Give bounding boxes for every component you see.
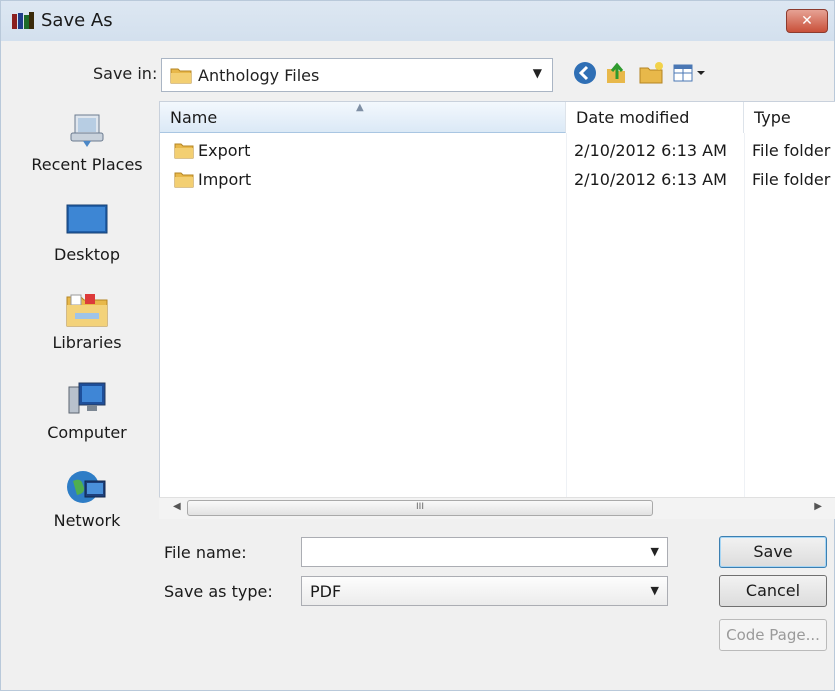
save-as-type-dropdown[interactable]: PDF ▼ (301, 576, 668, 606)
save-as-type-value: PDF (310, 582, 342, 601)
file-name-input[interactable]: ▼ (301, 537, 668, 567)
back-icon[interactable] (571, 59, 599, 87)
folder-icon (174, 172, 194, 188)
save-button[interactable]: Save (719, 536, 827, 568)
app-icon (12, 12, 34, 29)
place-desktop[interactable]: Desktop (21, 201, 153, 264)
save-as-dialog: Save As ✕ Save in: Anthology Files ▼ Rec… (0, 0, 835, 691)
place-label: Libraries (52, 333, 122, 352)
place-label: Desktop (54, 245, 120, 264)
save-in-label: Save in: (93, 64, 158, 83)
close-icon: ✕ (801, 13, 813, 29)
place-label: Computer (47, 423, 127, 442)
file-name: Export (198, 141, 251, 160)
scroll-grip: III (416, 502, 424, 512)
view-menu-icon[interactable] (671, 59, 711, 87)
up-folder-icon[interactable] (601, 59, 629, 87)
file-name-label: File name: (164, 543, 247, 562)
cancel-button[interactable]: Cancel (719, 575, 827, 607)
column-header-label: Type (754, 108, 791, 127)
libraries-icon (66, 294, 108, 327)
sort-arrow-icon: ▲ (356, 102, 364, 113)
desktop-icon (66, 204, 108, 234)
chevron-down-icon: ▼ (650, 584, 659, 597)
computer-icon (68, 382, 106, 414)
chevron-down-icon: ▼ (532, 66, 542, 80)
folder-icon (174, 143, 194, 159)
file-type: File folder (752, 141, 831, 160)
place-computer[interactable]: Computer (21, 379, 153, 442)
save-in-dropdown[interactable]: Anthology Files ▼ (161, 58, 553, 92)
list-item[interactable]: Import 2/10/2012 6:13 AM File folder (160, 165, 835, 193)
scrollbar-thumb[interactable]: III (187, 500, 653, 516)
window-title: Save As (41, 10, 113, 31)
column-header-type[interactable]: Type (744, 102, 835, 133)
place-network[interactable]: Network (21, 467, 153, 530)
close-button[interactable]: ✕ (786, 9, 828, 33)
file-name: Import (198, 170, 252, 189)
code-page-button[interactable]: Code Page... (719, 619, 827, 651)
file-type: File folder (752, 170, 831, 189)
save-as-type-label: Save as type: (164, 582, 273, 601)
scroll-right-icon[interactable]: ▶ (814, 501, 822, 512)
recent-places-icon (70, 114, 104, 147)
horizontal-scrollbar[interactable]: ◀ III ▶ (159, 497, 835, 519)
place-libraries[interactable]: Libraries (21, 289, 153, 352)
list-item[interactable]: Export 2/10/2012 6:13 AM File folder (160, 136, 835, 164)
places-bar: Recent Places Desktop Libraries Computer… (21, 101, 153, 551)
folder-icon (170, 68, 192, 84)
place-label: Network (53, 511, 121, 530)
new-folder-icon[interactable] (637, 59, 665, 87)
network-icon (67, 471, 106, 503)
chevron-down-icon[interactable]: ▼ (651, 545, 659, 558)
title-bar[interactable]: Save As ✕ (1, 1, 834, 41)
place-label: Recent Places (31, 155, 143, 174)
file-list[interactable]: Name ▲ Date modified Type Export 2/10/20… (159, 101, 835, 519)
file-date: 2/10/2012 6:13 AM (574, 170, 727, 189)
file-date: 2/10/2012 6:13 AM (574, 141, 727, 160)
column-header-label: Date modified (576, 108, 690, 127)
column-header-name[interactable]: Name ▲ (160, 102, 566, 133)
column-header-date-modified[interactable]: Date modified (566, 102, 744, 133)
scroll-left-icon[interactable]: ◀ (173, 501, 181, 512)
column-header-label: Name (170, 108, 218, 127)
save-in-value: Anthology Files (198, 66, 320, 85)
place-recent-places[interactable]: Recent Places (21, 111, 153, 174)
